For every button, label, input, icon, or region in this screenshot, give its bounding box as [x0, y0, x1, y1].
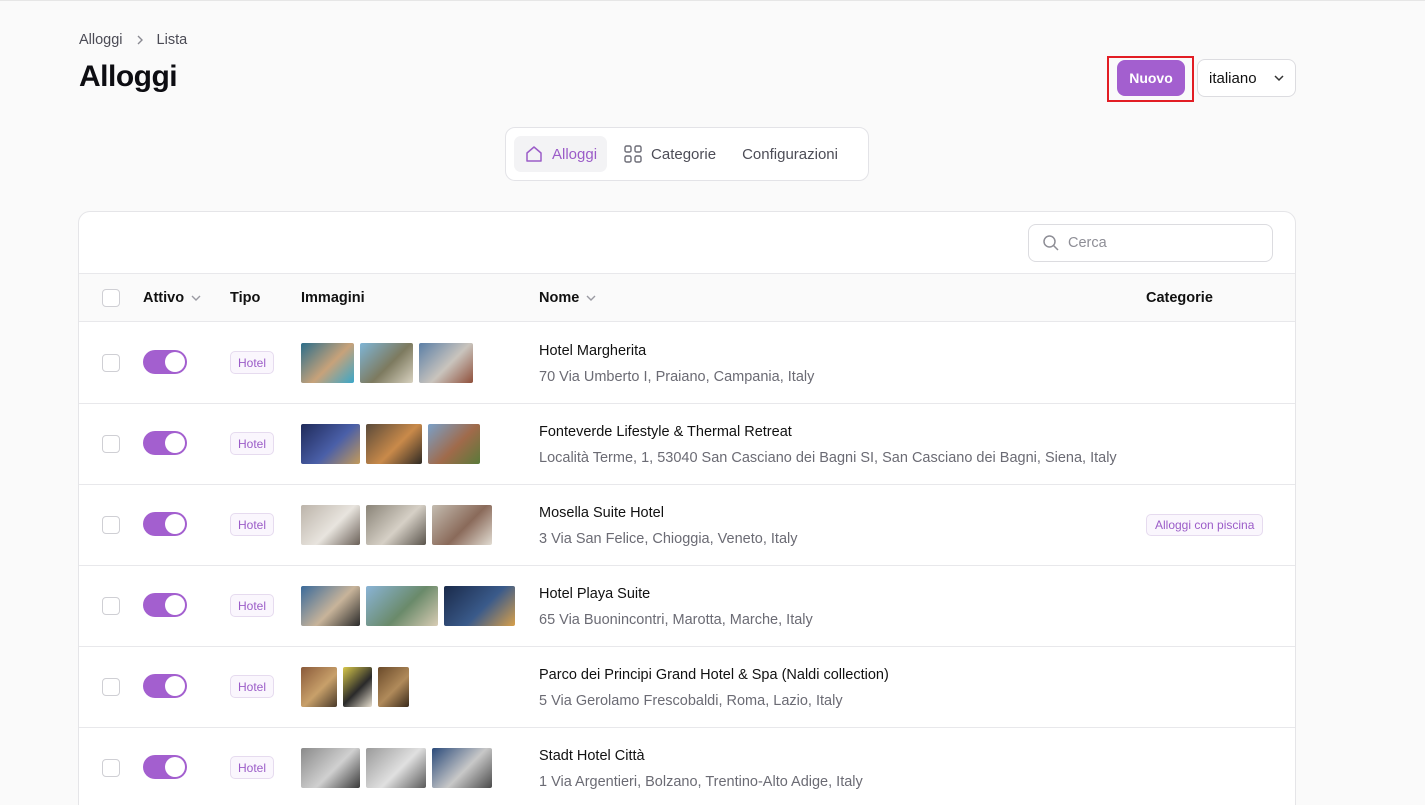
accommodation-address: 65 Via Buonincontri, Marotta, Marche, It…: [539, 612, 813, 628]
new-button[interactable]: Nuovo: [1117, 60, 1185, 96]
thumbnail-image[interactable]: [428, 424, 480, 464]
table-row[interactable]: Hotel Parco dei Principi Grand Hotel & Sp…: [79, 647, 1295, 728]
column-header-categories: Categorie: [1146, 290, 1213, 306]
table-row[interactable]: Hotel Mosella Suite Hotel 3 Via San Felice…: [79, 485, 1295, 566]
tab-alloggi-label: Alloggi: [552, 145, 598, 163]
column-header-images-label: Immagini: [301, 290, 365, 306]
row-checkbox[interactable]: [102, 597, 120, 615]
breadcrumb: Alloggi Lista: [79, 32, 187, 48]
active-toggle[interactable]: [143, 350, 187, 374]
home-icon: [526, 146, 542, 162]
thumbnail-image[interactable]: [366, 748, 426, 788]
accommodation-address: 3 Via San Felice, Chioggia, Veneto, Ital…: [539, 531, 798, 547]
thumbnail-image[interactable]: [301, 343, 354, 383]
thumbnail-image[interactable]: [366, 424, 422, 464]
thumbnail-image[interactable]: [301, 748, 360, 788]
tab-categorie-label: Categorie: [651, 145, 717, 163]
column-header-categories-label: Categorie: [1146, 290, 1213, 306]
chevron-down-icon: [1274, 75, 1284, 82]
select-all-checkbox[interactable]: [102, 289, 120, 307]
image-thumbnails: [301, 667, 409, 707]
accommodation-name[interactable]: Mosella Suite Hotel: [539, 505, 664, 521]
row-checkbox[interactable]: [102, 759, 120, 777]
language-select[interactable]: italiano: [1197, 59, 1296, 97]
column-header-name[interactable]: Nome: [539, 290, 597, 306]
active-toggle[interactable]: [143, 593, 187, 617]
table-row[interactable]: Hotel Hotel Playa Suite 65 Via Buonincontr…: [79, 566, 1295, 647]
thumbnail-image[interactable]: [301, 424, 360, 464]
thumbnail-image[interactable]: [366, 586, 438, 626]
thumbnail-image[interactable]: [419, 343, 473, 383]
thumbnail-image[interactable]: [301, 505, 360, 545]
accommodation-name[interactable]: Parco dei Principi Grand Hotel & Spa (Na…: [539, 667, 889, 683]
row-checkbox[interactable]: [102, 354, 120, 372]
accommodation-address: 70 Via Umberto I, Praiano, Campania, Ita…: [539, 369, 815, 385]
type-badge: Hotel: [230, 432, 275, 455]
search-icon: [1043, 235, 1059, 251]
thumbnail-image[interactable]: [432, 748, 492, 788]
type-badge: Hotel: [230, 594, 275, 617]
accommodation-name[interactable]: Hotel Margherita: [539, 343, 646, 359]
image-thumbnails: [301, 424, 480, 464]
table-row[interactable]: Hotel Stadt Hotel Città 1 Via Argentieri, …: [79, 728, 1295, 805]
column-header-name-label: Nome: [539, 290, 580, 306]
column-header-type-label: Tipo: [230, 290, 261, 306]
thumbnail-image[interactable]: [301, 667, 337, 707]
row-checkbox[interactable]: [102, 516, 120, 534]
thumbnail-image[interactable]: [432, 505, 492, 545]
search-box[interactable]: [1028, 224, 1273, 262]
tab-configurazioni[interactable]: Configurazioni: [732, 136, 848, 172]
tab-configurazioni-label: Configurazioni: [742, 145, 838, 163]
accommodations-table-card: Attivo Tipo Immagini Nome Categorie Hote…: [78, 211, 1296, 805]
thumbnail-image[interactable]: [444, 586, 515, 626]
grid-icon: [624, 145, 642, 163]
tab-categorie[interactable]: Categorie: [613, 136, 726, 172]
thumbnail-image[interactable]: [366, 505, 426, 545]
image-thumbnails: [301, 505, 492, 545]
table-row[interactable]: Hotel Hotel Margherita 70 Via Umberto I, P…: [79, 323, 1295, 404]
accommodation-name[interactable]: Fonteverde Lifestyle & Thermal Retreat: [539, 424, 792, 440]
thumbnail-image[interactable]: [301, 586, 360, 626]
category-badge: Alloggi con piscina: [1146, 514, 1264, 536]
accommodation-name[interactable]: Hotel Playa Suite: [539, 586, 650, 602]
type-badge: Hotel: [230, 675, 275, 698]
active-toggle[interactable]: [143, 755, 187, 779]
column-header-active-label: Attivo: [143, 290, 185, 306]
accommodation-address: 5 Via Gerolamo Frescobaldi, Roma, Lazio,…: [539, 693, 843, 709]
table-row[interactable]: Hotel Fonteverde Lifestyle & Thermal Retr…: [79, 404, 1295, 485]
active-toggle[interactable]: [143, 431, 187, 455]
thumbnail-image[interactable]: [378, 667, 409, 707]
chevron-down-icon: [586, 295, 596, 301]
thumbnail-image[interactable]: [360, 343, 413, 383]
active-toggle[interactable]: [143, 674, 187, 698]
image-thumbnails: [301, 748, 492, 788]
table-header: Attivo Tipo Immagini Nome Categorie: [79, 273, 1295, 322]
chevron-right-icon: [135, 33, 145, 48]
thumbnail-image[interactable]: [343, 667, 372, 707]
accommodation-address: Località Terme, 1, 53040 San Casciano de…: [539, 450, 1117, 466]
page-title: Alloggi: [79, 60, 178, 93]
type-badge: Hotel: [230, 513, 275, 536]
row-checkbox[interactable]: [102, 435, 120, 453]
breadcrumb-current: Lista: [156, 32, 188, 48]
chevron-down-icon: [191, 295, 201, 301]
row-checkbox[interactable]: [102, 678, 120, 696]
accommodation-name[interactable]: Stadt Hotel Città: [539, 748, 645, 764]
image-thumbnails: [301, 343, 473, 383]
type-badge: Hotel: [230, 351, 275, 374]
image-thumbnails: [301, 586, 515, 626]
search-input[interactable]: [1068, 235, 1248, 251]
column-header-type: Tipo: [230, 290, 260, 306]
type-badge: Hotel: [230, 756, 275, 779]
tab-alloggi[interactable]: Alloggi: [514, 136, 608, 172]
column-header-images: Immagini: [301, 290, 365, 306]
accommodation-address: 1 Via Argentieri, Bolzano, Trentino-Alto…: [539, 774, 863, 790]
column-header-active[interactable]: Attivo: [143, 290, 202, 306]
tab-bar: Alloggi Categorie Configurazioni: [505, 127, 869, 181]
breadcrumb-link-alloggi[interactable]: Alloggi: [79, 32, 123, 48]
language-select-value: italiano: [1209, 69, 1257, 87]
active-toggle[interactable]: [143, 512, 187, 536]
